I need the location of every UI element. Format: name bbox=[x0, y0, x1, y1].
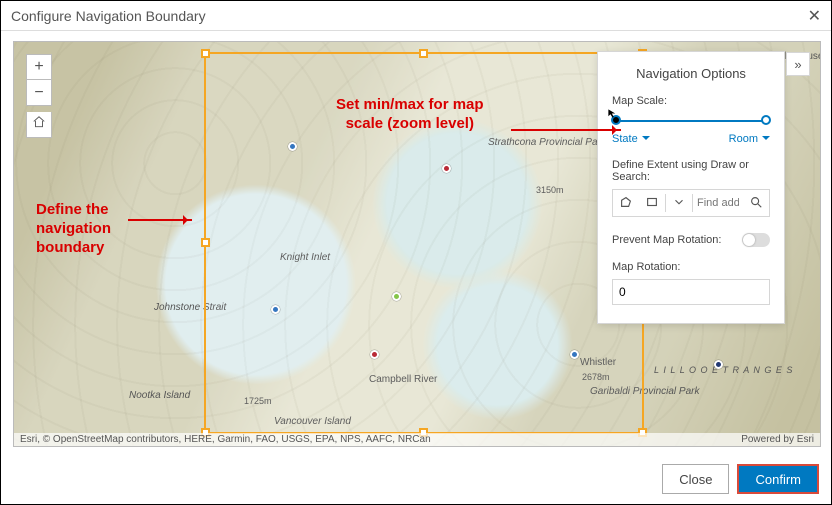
navigation-options-panel: Navigation Options Map Scale: State Room… bbox=[598, 52, 784, 323]
dialog-titlebar: Configure Navigation Boundary ✕ bbox=[1, 1, 831, 31]
close-button[interactable]: Close bbox=[662, 464, 729, 494]
close-icon[interactable]: ✕ bbox=[808, 6, 821, 26]
plus-icon: + bbox=[34, 58, 43, 76]
cursor-icon bbox=[607, 108, 618, 122]
annotation-arrow bbox=[128, 219, 192, 221]
resize-handle[interactable] bbox=[201, 238, 210, 247]
map-attribution: Esri, © OpenStreetMap contributors, HERE… bbox=[14, 433, 820, 446]
map-rotation-label: Map Rotation: bbox=[612, 261, 770, 273]
map-canvas[interactable]: Campbell River Vancouver Island Whistler… bbox=[13, 41, 821, 447]
zoom-out-button[interactable]: − bbox=[26, 80, 52, 106]
map-rotation-input[interactable] bbox=[612, 279, 770, 305]
attribution-right: Powered by Esri bbox=[741, 434, 814, 445]
scale-max-dropdown[interactable]: Room bbox=[729, 133, 770, 145]
map-scale-label: Map Scale: bbox=[612, 95, 770, 107]
zoom-controls: + − bbox=[26, 54, 52, 138]
extent-toolbar bbox=[612, 189, 770, 217]
zoom-in-button[interactable]: + bbox=[26, 54, 52, 80]
map-label: L I L L O O E T R A N G E S bbox=[654, 365, 793, 375]
confirm-button[interactable]: Confirm bbox=[737, 464, 819, 494]
rectangle-icon bbox=[645, 195, 659, 212]
search-icon bbox=[749, 195, 763, 212]
panel-title: Navigation Options bbox=[612, 66, 770, 81]
chevron-right-icon: » bbox=[794, 57, 801, 72]
dialog-footer: Close Confirm bbox=[662, 464, 819, 494]
map-scale-slider[interactable] bbox=[612, 113, 770, 129]
slider-track bbox=[612, 120, 770, 122]
slider-max-thumb[interactable] bbox=[761, 115, 771, 125]
home-icon bbox=[32, 115, 46, 134]
navigation-boundary-rect[interactable] bbox=[204, 52, 644, 434]
polygon-icon bbox=[619, 195, 633, 212]
minus-icon: − bbox=[34, 84, 43, 102]
panel-collapse-button[interactable]: » bbox=[786, 52, 810, 76]
dialog-title: Configure Navigation Boundary bbox=[11, 8, 206, 24]
home-extent-button[interactable] bbox=[26, 112, 52, 138]
search-input[interactable] bbox=[693, 197, 743, 209]
draw-polygon-button[interactable] bbox=[613, 190, 639, 216]
prevent-rotation-label: Prevent Map Rotation: bbox=[612, 234, 721, 246]
chevron-down-icon bbox=[672, 195, 686, 212]
resize-handle[interactable] bbox=[201, 49, 210, 58]
map-point[interactable] bbox=[714, 360, 723, 369]
slider-min-thumb[interactable] bbox=[611, 115, 621, 125]
prevent-rotation-toggle[interactable] bbox=[742, 233, 770, 247]
search-button[interactable] bbox=[743, 190, 769, 216]
extent-dropdown-button[interactable] bbox=[666, 190, 692, 216]
map-label: Nootka Island bbox=[129, 390, 190, 401]
annotation-arrow bbox=[511, 129, 621, 131]
attribution-left: Esri, © OpenStreetMap contributors, HERE… bbox=[20, 434, 431, 445]
resize-handle[interactable] bbox=[419, 49, 428, 58]
define-extent-label: Define Extent using Draw or Search: bbox=[612, 159, 770, 183]
draw-rectangle-button[interactable] bbox=[639, 190, 665, 216]
